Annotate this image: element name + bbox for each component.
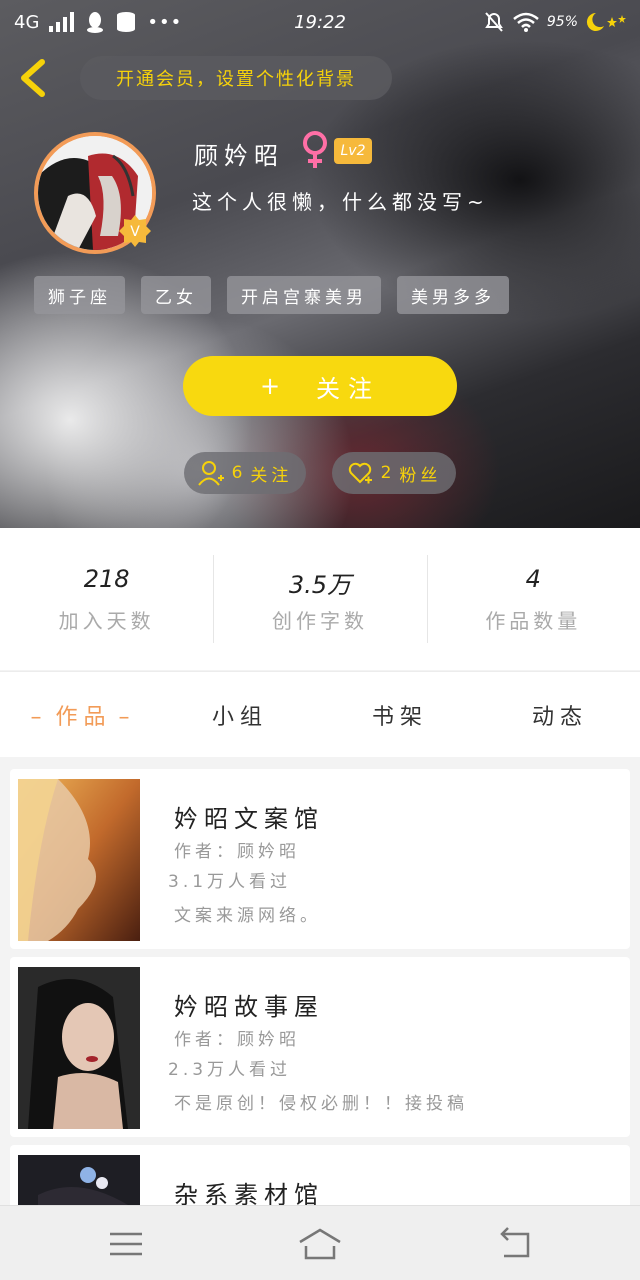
work-title: 妗昭文案馆: [174, 805, 324, 833]
profile-tags: 狮子座 乙女 开启宫寨美男 美男多多: [34, 276, 509, 314]
work-views: 3.1万人看过: [168, 872, 292, 892]
svg-text:V: V: [130, 224, 140, 240]
work-cover-image: [18, 967, 140, 1129]
tab-works[interactable]: – 作品 –: [0, 699, 160, 731]
level-badge: Lv2: [334, 138, 372, 164]
tag-item[interactable]: 乙女: [141, 276, 211, 314]
following-count: 6: [231, 463, 243, 483]
works-list: 妗昭文案馆 作者：顾妗昭 3.1万人看过 文案来源网络。 妗昭故事屋 作者：顾妗…: [0, 757, 640, 1205]
work-author: 作者：顾妗昭: [174, 842, 300, 862]
status-bar: 4G ••• 19:22 95%: [0, 0, 640, 44]
work-description: 不是原创！侵权必删！！接投稿: [174, 1094, 468, 1114]
followers-count: 2: [380, 463, 392, 483]
tag-item[interactable]: 狮子座: [34, 276, 125, 314]
profile-bio: 这个人很懒，什么都没写~: [192, 190, 489, 214]
stat-label: 作品数量: [485, 608, 582, 633]
stat-value: 4: [525, 564, 541, 593]
stat-word-count: 3.5万 创作字数: [213, 554, 426, 643]
following-label: 关注: [250, 465, 293, 486]
menu-icon[interactable]: [104, 1226, 148, 1262]
female-icon: [303, 131, 327, 168]
follow-button[interactable]: + 关注: [183, 356, 457, 416]
tab-bookshelf[interactable]: 书架: [320, 699, 480, 731]
work-cover-image: [18, 1155, 140, 1205]
mute-icon: [485, 12, 503, 32]
home-icon[interactable]: [298, 1226, 342, 1262]
work-views: 2.3万人看过: [168, 1060, 292, 1080]
work-card[interactable]: 杂系素材馆: [10, 1145, 630, 1205]
stat-value: 3.5万: [288, 570, 352, 599]
followers-button[interactable]: 2 粉丝: [332, 452, 456, 494]
moon-stars-icon: [586, 12, 626, 31]
work-author: 作者：顾妗昭: [174, 1030, 300, 1050]
profile-name: 顾妗昭: [194, 142, 284, 170]
stat-value: 218: [83, 564, 130, 593]
work-title: 妗昭故事屋: [174, 993, 324, 1021]
stat-label: 加入天数: [58, 608, 155, 633]
stat-works-count: 4 作品数量: [426, 554, 640, 643]
profile-tabs: – 作品 – 小组 书架 动态: [0, 671, 640, 757]
tag-item[interactable]: 开启宫寨美男: [227, 276, 381, 314]
tab-activity[interactable]: 动态: [480, 699, 640, 731]
add-user-icon: [197, 461, 224, 486]
battery-level: 95%: [546, 14, 578, 30]
back-button[interactable]: [14, 56, 54, 100]
following-button[interactable]: 6 关注: [184, 452, 306, 494]
work-card[interactable]: 妗昭故事屋 作者：顾妗昭 2.3万人看过 不是原创！侵权必删！！接投稿: [10, 957, 630, 1137]
system-nav-bar: [0, 1205, 640, 1280]
back-nav-icon[interactable]: [494, 1226, 538, 1262]
profile-stats: 218 加入天数 3.5万 创作字数 4 作品数量: [0, 528, 640, 670]
heart-plus-icon: [348, 462, 372, 484]
work-card[interactable]: 妗昭文案馆 作者：顾妗昭 3.1万人看过 文案来源网络。: [10, 769, 630, 949]
stat-join-days: 218 加入天数: [0, 565, 213, 634]
set-background-button[interactable]: 开通会员，设置个性化背景: [80, 56, 392, 100]
vip-badge-icon: V: [119, 215, 151, 247]
work-cover-image: [18, 779, 140, 941]
tab-groups[interactable]: 小组: [160, 699, 320, 731]
plus-icon: +: [259, 372, 281, 400]
work-title: 杂系素材馆: [174, 1181, 324, 1205]
profile-header: 4G ••• 19:22 95% 开通会员，设置个性化背景 V 顾妗昭 Lv2 …: [0, 0, 640, 528]
wifi-icon: [513, 12, 539, 32]
tag-item[interactable]: 美男多多: [397, 276, 509, 314]
stat-label: 创作字数: [271, 608, 368, 633]
work-description: 文案来源网络。: [174, 906, 321, 926]
follow-label: 关注: [316, 374, 381, 403]
followers-label: 粉丝: [399, 465, 442, 486]
